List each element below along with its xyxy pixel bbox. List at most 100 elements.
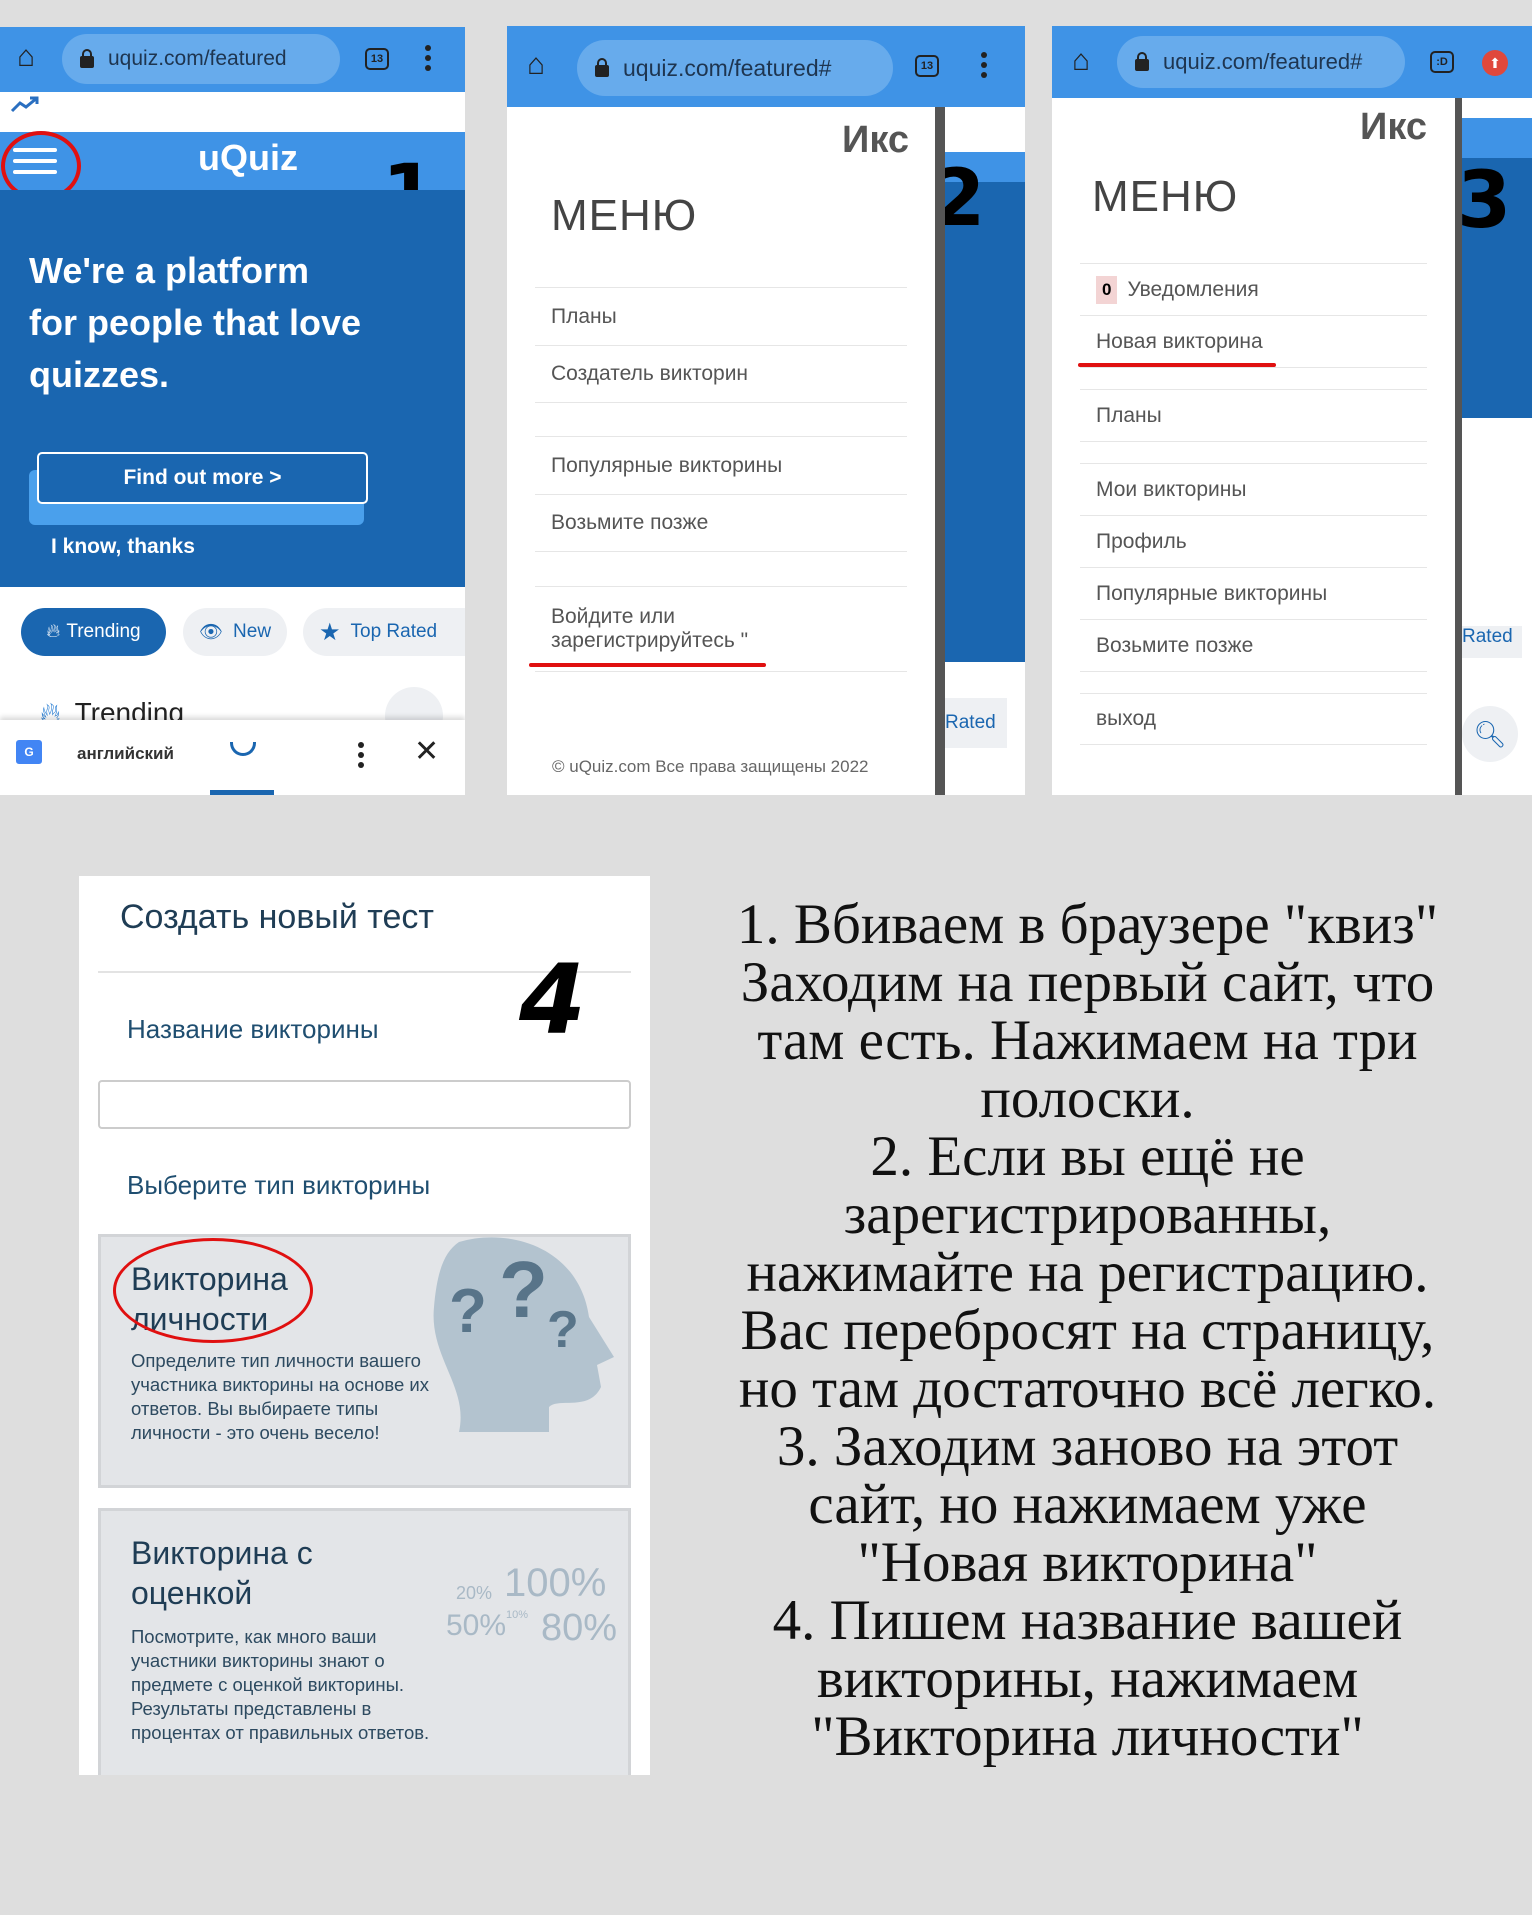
home-icon[interactable]: ⌂ [1072,46,1090,76]
behind-tab-label: Rated [945,698,1007,748]
login-line: зарегистрируйтесь " [551,629,749,652]
footer-copyright: © uQuiz.com Все права защищены 2022 [552,757,869,776]
menu-item-later[interactable]: Возьмите позже [1080,619,1427,671]
star-icon: ★ [319,618,341,646]
tabs-button[interactable]: 13 [915,55,939,77]
step-number: 4 [519,944,586,1056]
instruction-line: 3. Заходим заново на этот [776,1415,1399,1478]
address-bar[interactable]: uquiz.com/featured [62,34,340,84]
percent-label: 50% [446,1609,507,1642]
instruction-line: "Новая викторина" [857,1531,1318,1594]
menu-item-quiz-creator[interactable]: Создатель викторин [535,345,907,402]
trending-icon [10,96,39,113]
menu-item-plans[interactable]: Планы [535,287,907,345]
screenshot-step-4: Создать новый тест 4 Название викторины … [79,876,650,1775]
instruction-line: 1. Вбиваем в браузере "квиз" [736,893,1439,956]
tabs-button[interactable]: 13 [365,48,389,70]
instruction-line: но там достаточно всё легко. [738,1357,1437,1420]
menu-edge [1455,98,1462,795]
side-menu: Икс МЕНЮ 0 Уведомления Новая викторина Пл… [1052,98,1455,795]
tab-trending[interactable]: 🔥︎ Trending [21,608,166,656]
dismiss-link[interactable]: I know, thanks [51,535,195,559]
eye-icon: 👁︎ [198,622,224,643]
menu-divider [1080,367,1427,389]
card-description: Определите тип личности вашего участника… [131,1350,429,1443]
site-logo[interactable]: uQuiz [198,137,298,179]
loading-spinner-icon [230,742,256,756]
menu-item-later[interactable]: Возьмите позже [535,494,907,551]
behind-tab-label: Rated [1462,626,1522,658]
card-description: Посмотрите, как много ваши участники вик… [131,1626,430,1743]
menu-item-logout[interactable]: выход [1080,693,1427,745]
address-bar[interactable]: uquiz.com/featured# [577,40,893,96]
menu-title: МЕНЮ [551,191,698,240]
menu-divider [535,402,907,436]
percent-illustration: 20% 100% 50% 10% 80% [446,1561,626,1661]
svg-text:?: ? [449,1277,487,1346]
menu-item-my-quizzes[interactable]: Мои викторины [1080,463,1427,515]
graded-quiz-card[interactable]: Викторина с оценкой Посмотрите, как мног… [98,1508,631,1775]
lock-icon [80,48,94,68]
menu-item-plans[interactable]: Планы [1080,389,1427,441]
percent-label: 80% [541,1607,618,1649]
url-text: uquiz.com/featured [108,47,287,70]
active-tab-indicator [210,790,274,795]
instruction-line: "Викторина личности" [811,1705,1364,1768]
card-title: Викторина с оценкой [131,1533,313,1613]
home-icon[interactable]: ⌂ [17,42,35,72]
tab-label: Top Rated [350,621,438,642]
screenshot-step-1: ⌂ uquiz.com/featured 13 uQuiz 1 We're a … [0,27,465,795]
menu-item-label: Уведомления [1127,277,1259,301]
tabs-button[interactable]: :D [1430,51,1454,73]
address-bar[interactable]: uquiz.com/featured# [1117,36,1405,88]
language-option[interactable]: английский [77,744,174,764]
instruction-line: полоски. [980,1067,1195,1130]
side-menu: Икс МЕНЮ Планы Создатель викторин Популя… [507,107,935,795]
close-icon[interactable]: ✕ [414,734,439,769]
instruction-line: сайт, но нажимаем уже [808,1473,1367,1536]
menu-item-profile[interactable]: Профиль [1080,515,1427,567]
percent-label: 100% [504,1561,607,1605]
tab-new[interactable]: 👁︎ New [183,608,287,656]
menu-divider [535,551,907,586]
translate-menu-icon[interactable] [358,742,364,768]
menu-item-login[interactable]: Войдите или зарегистрируйтесь " [535,586,907,672]
screenshot-step-2: ⌂ uquiz.com/featured# 13 Rated 2 Икс МЕН… [507,26,1025,795]
svg-text:?: ? [547,1301,579,1359]
search-button[interactable]: 🔍︎ [1462,706,1518,762]
percent-label: 10% [506,1609,529,1621]
menu-item-notifications[interactable]: 0 Уведомления [1080,263,1427,315]
notification-badge: 0 [1096,275,1118,304]
quiz-type-label: Выберите тип викторины [127,1170,431,1200]
menu-item-popular[interactable]: Популярные викторины [1080,567,1427,619]
home-icon[interactable]: ⌂ [527,50,545,80]
tab-top-rated[interactable]: ★ Top Rated [303,608,465,656]
google-translate-icon[interactable]: G [16,740,42,764]
close-menu-button[interactable]: Икс [842,119,909,162]
browser-menu-icon[interactable] [981,52,987,78]
browser-menu-icon[interactable] [425,45,431,71]
lock-icon [595,57,609,77]
update-icon[interactable]: ⬆ [1482,50,1508,76]
menu-edge [935,107,945,795]
browser-toolbar: ⌂ uquiz.com/featured 13 [0,27,465,92]
close-menu-button[interactable]: Икс [1360,106,1427,149]
quiz-name-label: Название викторины [127,1014,379,1044]
quiz-name-input[interactable] [98,1080,631,1129]
menu-divider [1080,441,1427,463]
menu-divider [1080,671,1427,693]
personality-quiz-card[interactable]: ??? Викторина личности Определите тип ли… [98,1234,631,1488]
hero-heading: We're a platform for people that love qu… [29,245,361,401]
tab-label: Trending [66,621,141,642]
find-out-more-button[interactable]: Find out more > [37,452,368,504]
instruction-line: 4. Пишем название вашей [772,1589,1403,1652]
svg-text:?: ? [499,1245,548,1334]
annotation-underline [529,663,766,667]
page-behind-header [1462,118,1532,158]
card-title-line: оценкой [131,1575,253,1611]
menu-item-new-quiz[interactable]: Новая викторина [1080,315,1427,367]
step-number: 3 [1457,156,1512,246]
screenshot-step-3: ⌂ uquiz.com/featured# :D ⬆ Rated 🔍︎ 3 Ик… [1052,26,1532,795]
menu-item-popular[interactable]: Популярные викторины [535,436,907,494]
hero-section: We're a platform for people that love qu… [0,190,465,587]
